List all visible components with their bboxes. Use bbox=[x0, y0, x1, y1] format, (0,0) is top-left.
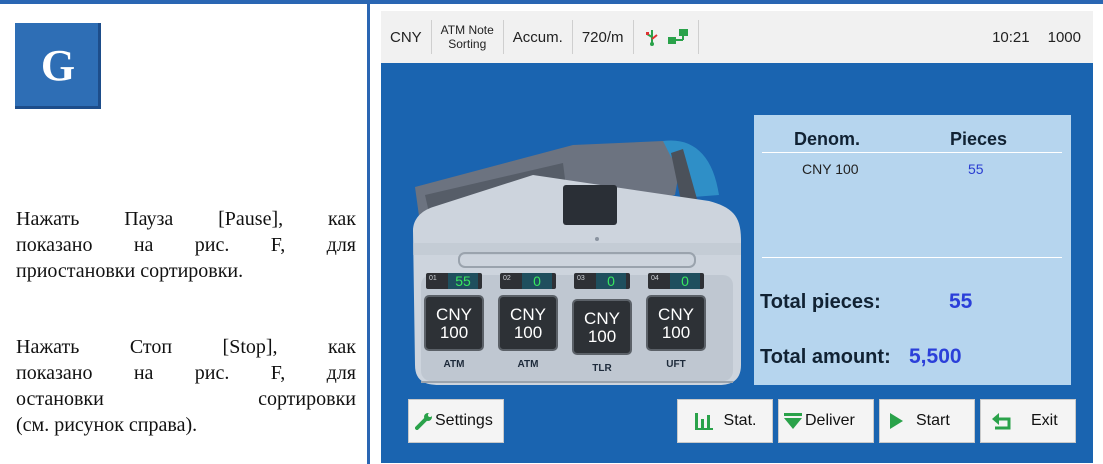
pocket-2[interactable]: 02 0 CNY 100 ATM bbox=[498, 273, 558, 373]
usb-icon bbox=[645, 30, 658, 46]
stop-line-4: (см. рисунок справа). bbox=[16, 414, 198, 436]
clock: 10:21 bbox=[992, 28, 1030, 46]
stat-label: Stat. bbox=[723, 412, 757, 429]
pocket-number: 02 bbox=[503, 275, 511, 282]
pocket-number: 04 bbox=[651, 275, 659, 282]
total-amount-label: Total amount: bbox=[760, 346, 891, 368]
play-icon bbox=[890, 413, 903, 429]
pocket-label: UFT bbox=[666, 359, 686, 370]
pause-line-3: приостановки сортировки. bbox=[16, 260, 244, 282]
pause-line-1: Нажать Пауза [Pause], как bbox=[16, 208, 356, 230]
accum-indicator[interactable]: Accum. bbox=[504, 20, 573, 54]
totals-divider bbox=[762, 257, 1062, 258]
pocket-denomination: CNY 100 bbox=[572, 299, 632, 355]
pocket-denomination: CNY 100 bbox=[424, 295, 484, 351]
deliver-label: Deliver bbox=[805, 412, 855, 429]
pocket-4[interactable]: 04 0 CNY 100 UFT bbox=[646, 273, 706, 373]
pocket-label: ATM bbox=[443, 359, 465, 370]
total-pieces-value: 55 bbox=[949, 290, 973, 313]
stop-line-1: Нажать Стоп [Stop], как bbox=[16, 336, 356, 358]
pocket-count: 0 bbox=[522, 273, 552, 289]
pieces-column-header: Pieces bbox=[950, 129, 1008, 149]
settings-button[interactable]: Settings bbox=[408, 399, 504, 443]
start-button[interactable]: Start bbox=[879, 399, 975, 443]
batch-value[interactable]: 1000 bbox=[1048, 29, 1093, 46]
count-summary-panel: Denom. Pieces CNY 100 55 Total pieces: 5… bbox=[754, 115, 1071, 385]
exit-button[interactable]: Exit bbox=[980, 399, 1076, 443]
pocket-counter: 01 55 bbox=[426, 273, 482, 289]
device-icons bbox=[634, 20, 699, 54]
pocket-counter: 04 0 bbox=[648, 273, 704, 289]
pocket-label: TLR bbox=[592, 363, 612, 374]
stat-button[interactable]: Stat. bbox=[677, 399, 773, 443]
pocket-1[interactable]: 01 55 CNY 100 ATM bbox=[424, 273, 484, 373]
pocket-count: 55 bbox=[448, 273, 478, 289]
row-denom: CNY 100 bbox=[802, 161, 859, 177]
stop-line-2: показано на рис. F, для bbox=[16, 362, 356, 384]
bar-chart-icon bbox=[694, 413, 713, 430]
pause-instruction: Нажать Пауза [Pause], как показано на ри… bbox=[16, 206, 356, 284]
pocket-count: 0 bbox=[670, 273, 700, 289]
pocket-number: 01 bbox=[429, 275, 437, 282]
mode-line-1: ATM Note bbox=[440, 23, 494, 37]
return-arrow-icon bbox=[992, 413, 1011, 430]
stop-instruction: Нажать Стоп [Stop], как показано на рис.… bbox=[16, 334, 356, 438]
pocket-denomination: CNY 100 bbox=[646, 295, 706, 351]
pocket-label: ATM bbox=[517, 359, 539, 370]
stop-line-3: остановки сортировки bbox=[16, 388, 356, 410]
header-divider bbox=[762, 152, 1062, 153]
step-badge: G bbox=[15, 23, 101, 109]
double-chevron-down-icon bbox=[784, 413, 802, 429]
pocket-count: 0 bbox=[596, 273, 626, 289]
currency-indicator[interactable]: CNY bbox=[381, 20, 432, 54]
panel-divider bbox=[367, 4, 370, 464]
sorter-screen: CNY ATM Note Sorting Accum. 720/m 10:21 bbox=[381, 11, 1093, 463]
pause-line-2: показано на рис. F, для bbox=[16, 234, 356, 256]
row-pieces: 55 bbox=[968, 161, 984, 177]
status-bar: CNY ATM Note Sorting Accum. 720/m 10:21 bbox=[381, 11, 1093, 63]
exit-label: Exit bbox=[1031, 412, 1058, 429]
total-pieces-label: Total pieces: bbox=[760, 291, 881, 313]
mode-line-2: Sorting bbox=[448, 37, 487, 51]
total-amount-value: 5,500 bbox=[909, 345, 962, 368]
pocket-number: 03 bbox=[577, 275, 585, 282]
pocket-counter: 03 0 bbox=[574, 273, 630, 289]
pocket-row: 01 55 CNY 100 ATM 02 0 CNY 100 ATM 03 0 bbox=[424, 273, 714, 374]
mode-indicator[interactable]: ATM Note Sorting bbox=[432, 20, 504, 54]
wrench-icon bbox=[415, 413, 432, 430]
denom-column-header: Denom. bbox=[794, 129, 861, 149]
pocket-3[interactable]: 03 0 CNY 100 TLR bbox=[572, 273, 632, 374]
settings-label: Settings bbox=[435, 412, 493, 429]
instruction-panel: G Нажать Пауза [Pause], как показано на … bbox=[0, 4, 370, 464]
network-icon bbox=[667, 29, 688, 44]
pocket-denomination: CNY 100 bbox=[498, 295, 558, 351]
speed-indicator[interactable]: 720/m bbox=[573, 20, 634, 54]
start-label: Start bbox=[916, 412, 950, 429]
deliver-button[interactable]: Deliver bbox=[778, 399, 874, 443]
pocket-counter: 02 0 bbox=[500, 273, 556, 289]
